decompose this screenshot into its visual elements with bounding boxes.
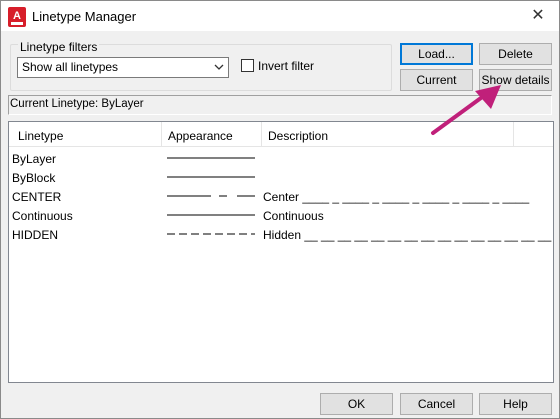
- linetype-list[interactable]: Linetype Appearance Description ByLayer …: [8, 121, 554, 383]
- linetype-description: Continuous: [263, 209, 324, 223]
- table-row[interactable]: HIDDEN Hidden __ __ __ __ __ __ __ __ __…: [9, 225, 553, 244]
- linetype-filter-value: Show all linetypes: [22, 60, 119, 74]
- appearance-hidden: [167, 233, 255, 235]
- appearance-solid: [167, 214, 255, 216]
- column-divider[interactable]: [161, 122, 162, 146]
- help-button[interactable]: Help: [479, 393, 552, 415]
- linetype-description: Hidden __ __ __ __ __ __ __ __ __ __ __ …: [263, 228, 552, 242]
- linetype-filter-dropdown[interactable]: Show all linetypes: [17, 57, 229, 78]
- invert-filter-label[interactable]: Invert filter: [258, 59, 314, 73]
- cancel-button[interactable]: Cancel: [400, 393, 473, 415]
- table-row[interactable]: CENTER Center ____ _ ____ _ ____ _ ____ …: [9, 187, 553, 206]
- table-row[interactable]: ByLayer: [9, 149, 553, 168]
- linetype-name: HIDDEN: [12, 228, 59, 242]
- appearance-solid: [167, 176, 255, 178]
- appearance-center: [167, 195, 255, 197]
- table-row[interactable]: ByBlock: [9, 168, 553, 187]
- column-divider[interactable]: [261, 122, 262, 146]
- linetype-name: CENTER: [12, 190, 62, 204]
- invert-filter-checkbox[interactable]: [241, 59, 254, 72]
- load-button[interactable]: Load...: [400, 43, 473, 65]
- appearance-solid: [167, 157, 255, 159]
- column-header-description[interactable]: Description: [268, 129, 328, 143]
- linetype-filters-label: Linetype filters: [18, 40, 100, 54]
- table-row[interactable]: Continuous Continuous: [9, 206, 553, 225]
- autocad-app-icon: A: [8, 7, 26, 27]
- column-header-linetype[interactable]: Linetype: [18, 129, 63, 143]
- column-divider[interactable]: [513, 122, 514, 146]
- title-bar[interactable]: A Linetype Manager ✕: [1, 1, 559, 31]
- linetype-name: Continuous: [12, 209, 73, 223]
- linetype-description: Center ____ _ ____ _ ____ _ ____ _ ____ …: [263, 190, 530, 204]
- close-icon[interactable]: ✕: [525, 4, 551, 28]
- svg-text:A: A: [13, 10, 21, 22]
- linetype-name: ByBlock: [12, 171, 56, 185]
- column-header-appearance[interactable]: Appearance: [168, 129, 233, 143]
- linetype-manager-dialog: A Linetype Manager ✕ Linetype filters Sh…: [0, 0, 560, 419]
- chevron-down-icon: [214, 64, 224, 70]
- window-title: Linetype Manager: [32, 9, 137, 24]
- ok-button[interactable]: OK: [320, 393, 393, 415]
- pointer-arrow-icon: [431, 85, 501, 135]
- delete-button[interactable]: Delete: [479, 43, 552, 65]
- linetype-name: ByLayer: [12, 152, 57, 166]
